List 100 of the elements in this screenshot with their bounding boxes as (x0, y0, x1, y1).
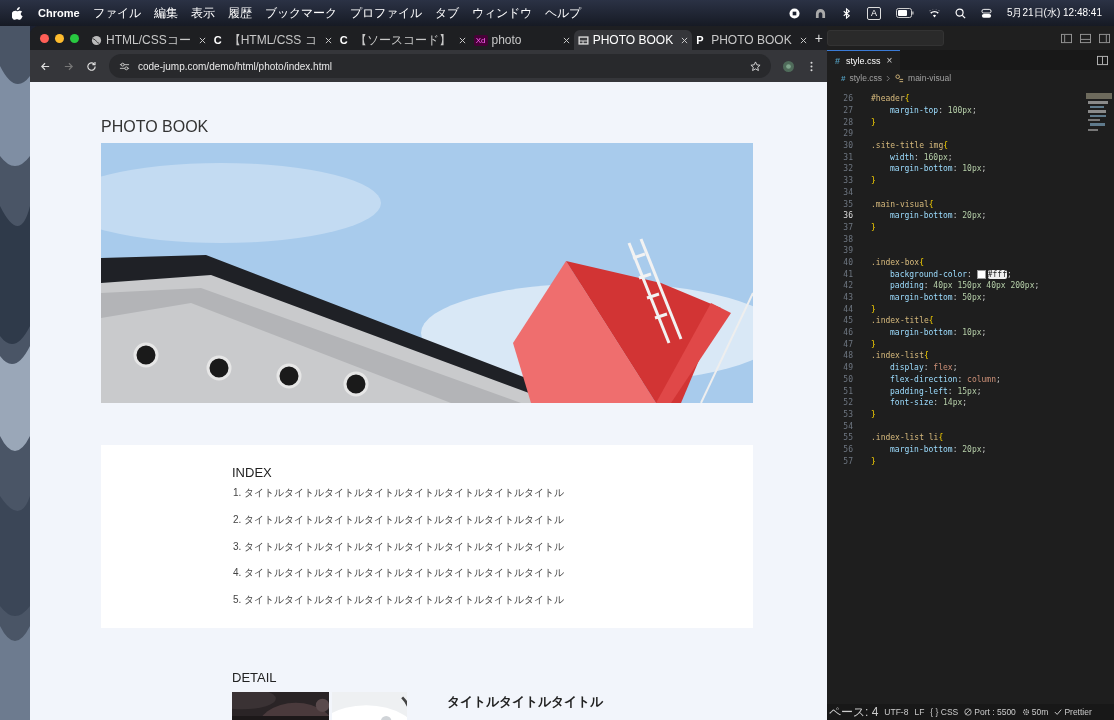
index-link[interactable]: 3. タイトルタイトルタイトルタイトルタイトルタイトルタイトルタイトル (233, 540, 753, 553)
address-bar[interactable]: code-jump.com/demo/html/photo/index.html (109, 54, 771, 78)
menu-item[interactable]: ファイル (92, 5, 141, 21)
minimize-window-button[interactable] (55, 33, 64, 43)
zoom-window-button[interactable] (70, 33, 79, 43)
site-title: PHOTO BOOK (101, 118, 210, 136)
breadcrumb-item[interactable]: style.css (849, 73, 883, 83)
status-item[interactable]: LF (914, 707, 925, 717)
line-number: 33 (842, 176, 853, 186)
site-letter-icon: C (339, 34, 351, 46)
line-number: 40 (842, 257, 853, 267)
back-arrow-icon[interactable] (40, 60, 51, 72)
status-item[interactable]: { } CSS (930, 707, 959, 717)
menu-item[interactable]: ウィンドウ (471, 5, 532, 21)
close-icon[interactable] (198, 36, 206, 44)
battery-icon[interactable] (895, 8, 914, 18)
layout-icon[interactable] (1080, 32, 1091, 44)
item-title: タイトルタイトルタイトル (447, 693, 603, 711)
split-editor-icon[interactable] (1097, 54, 1108, 66)
line-number: 27 (842, 106, 853, 116)
line-number: 45 (842, 316, 853, 326)
code-line: } (871, 304, 876, 314)
code-line: } (871, 339, 876, 349)
menu-item[interactable]: 表示 (190, 5, 215, 21)
app-menu[interactable]: Chrome (38, 7, 80, 19)
app-badge-icon: Xd (473, 34, 488, 46)
code-line: } (871, 222, 876, 232)
browser-tab[interactable]: C 【HTML/CSS コ (209, 30, 336, 50)
line-number: 46 (842, 328, 853, 338)
status-item[interactable]: 50m (1021, 707, 1049, 717)
status-item[interactable]: ペース: 4 (829, 704, 879, 720)
index-link[interactable]: 1. タイトルタイトルタイトルタイトルタイトルタイトルタイトルタイトル (233, 487, 753, 499)
code-line: font-size: 14px; (889, 398, 968, 408)
index-link[interactable]: 4. タイトルタイトルタイトルタイトルタイトルタイトルタイトルタイトル (233, 567, 753, 580)
browser-tab[interactable]: C 【ソースコード】 (335, 30, 470, 50)
editor-tab[interactable]: # style.css × (827, 50, 901, 70)
line-number: 36 (842, 211, 853, 221)
close-icon[interactable] (681, 36, 689, 44)
profile-avatar-icon[interactable] (783, 60, 794, 72)
line-number: 44 (842, 304, 853, 314)
index-link[interactable]: 5. タイトルタイトルタイトルタイトルタイトルタイトルタイトルタイトル (233, 594, 753, 607)
site-letter-icon: C (213, 34, 225, 46)
record-icon[interactable] (788, 7, 800, 19)
star-icon[interactable] (750, 60, 761, 72)
line-number: 29 (842, 129, 853, 139)
line-number: 49 (842, 363, 853, 373)
code-line: #header{ (871, 94, 910, 104)
status-item[interactable]: Port : 5500 (964, 707, 1016, 717)
close-tab-button[interactable]: × (886, 55, 893, 66)
layout-icon[interactable] (1061, 32, 1072, 44)
code-line: margin-bottom: 20px; (889, 444, 987, 454)
code-line: .index-title{ (871, 316, 934, 326)
browser-tab[interactable]: Xd photo (469, 30, 574, 50)
line-number: 55 (842, 433, 853, 443)
site-settings-icon[interactable] (119, 60, 130, 72)
input-mode-indicator[interactable]: A (866, 6, 881, 20)
browser-tab[interactable]: P PHOTO BOOK (692, 30, 811, 50)
code-line: display: flex; (889, 363, 958, 373)
close-window-button[interactable] (40, 33, 49, 43)
image-icon (577, 34, 589, 46)
menu-item[interactable]: ブックマーク (264, 5, 337, 21)
clock[interactable]: 5月21日(水) 12:48:41 (1006, 6, 1102, 20)
control-center-icon[interactable] (980, 7, 992, 19)
check-icon (1054, 708, 1063, 716)
browser-tab[interactable]: PHOTO BOOK (573, 30, 693, 50)
menu-item[interactable]: プロファイル (349, 5, 422, 21)
close-icon[interactable] (324, 36, 332, 44)
code-line: margin-top: 100px; (889, 106, 977, 116)
forward-arrow-icon[interactable] (63, 60, 74, 72)
wifi-icon[interactable] (928, 7, 940, 19)
menu-item[interactable]: 履歴 (227, 5, 252, 21)
menu-item[interactable]: ヘルプ (544, 5, 581, 21)
gear-icon (1021, 708, 1030, 716)
close-icon[interactable] (799, 36, 807, 44)
code-line: margin-bottom: 10px; (889, 328, 987, 338)
line-number: 32 (842, 164, 853, 174)
arch-icon[interactable] (814, 7, 826, 19)
new-tab-button[interactable]: + (814, 30, 823, 46)
menu-item[interactable]: 編集 (153, 5, 178, 21)
search-icon[interactable] (954, 7, 966, 19)
browser-tab[interactable]: HTML/CSSコー (87, 30, 210, 50)
line-number: 57 (842, 456, 853, 466)
line-number: 43 (842, 293, 853, 303)
breadcrumb-item[interactable]: main-visual (908, 73, 952, 83)
apple-icon[interactable] (12, 6, 23, 20)
close-icon[interactable] (562, 36, 570, 44)
blocked-icon (964, 708, 973, 716)
close-icon[interactable] (458, 36, 466, 44)
line-number: 35 (842, 199, 853, 209)
menu-item[interactable]: タブ (434, 5, 459, 21)
code-line: } (871, 456, 876, 466)
css-file-icon: # (841, 73, 846, 83)
code-line: } (871, 176, 876, 186)
code-line: width: 160px; (889, 152, 953, 162)
reload-icon[interactable] (86, 60, 97, 72)
index-link[interactable]: 2. タイトルタイトルタイトルタイトルタイトルタイトルタイトルタイトル (233, 513, 753, 526)
status-item[interactable]: Prettier (1054, 707, 1092, 717)
bluetooth-icon[interactable] (840, 7, 852, 19)
layout-icon[interactable] (1099, 32, 1110, 44)
status-item[interactable]: UTF-8 (884, 707, 909, 717)
